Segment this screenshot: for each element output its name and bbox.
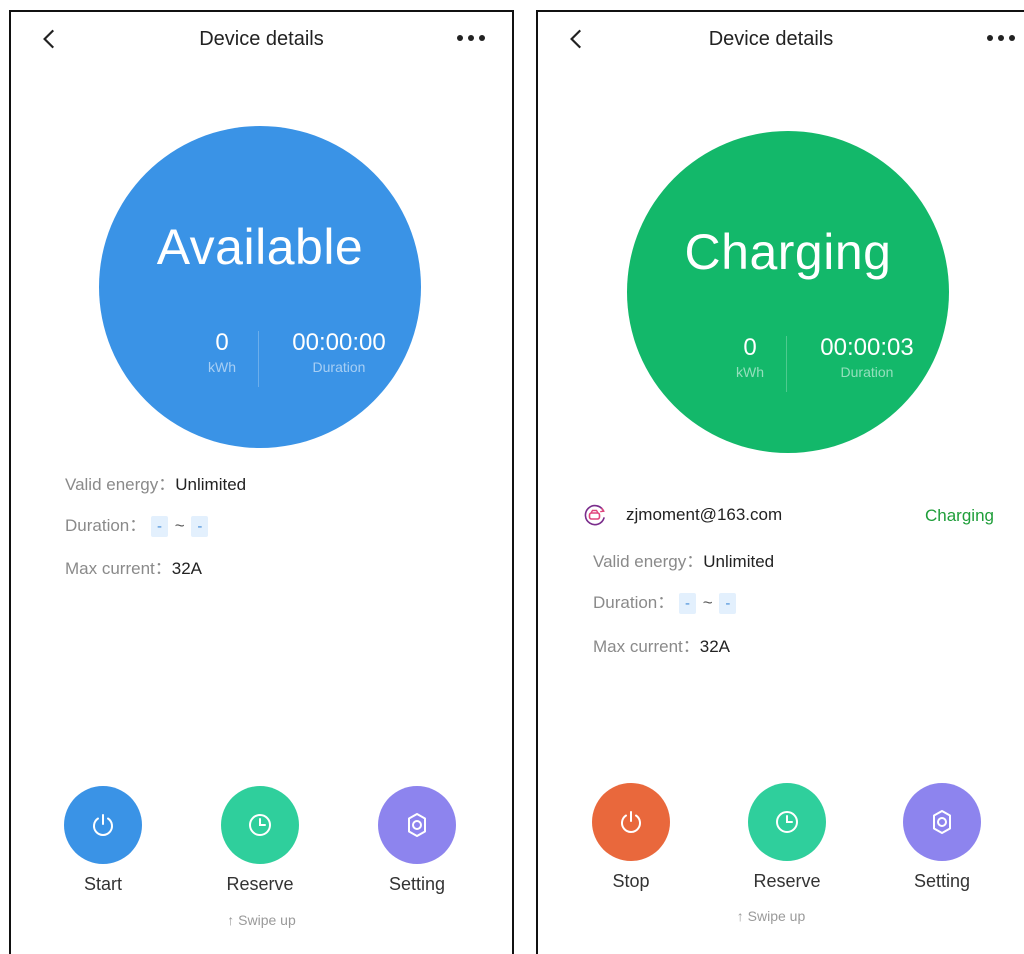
- max-current-value: 32A: [171, 559, 202, 578]
- max-current-label: Max current：: [65, 559, 172, 578]
- status-circle: Charging 0 kWh 00:00:03 Duration: [627, 131, 949, 453]
- reserve-button-circle[interactable]: [221, 786, 299, 864]
- reserve-button[interactable]: Reserve: [727, 783, 847, 892]
- setting-label: Setting: [388, 874, 446, 894]
- max-current-row: Max current：32A: [593, 632, 730, 657]
- duration-row-label: Duration：: [65, 516, 147, 535]
- max-current-value: 32A: [699, 637, 730, 656]
- more-menu-button[interactable]: [454, 30, 488, 46]
- valid-energy-row: Valid energy：Unlimited: [593, 547, 774, 572]
- duration-row: Duration： - ~ -: [593, 588, 737, 614]
- valid-energy-value: Unlimited: [175, 475, 247, 494]
- start-button[interactable]: Start: [43, 786, 163, 895]
- header-bar: Device details: [538, 12, 1024, 68]
- setting-button[interactable]: Setting: [357, 786, 477, 895]
- duration-end-chip[interactable]: -: [719, 593, 737, 614]
- setting-button[interactable]: Setting: [882, 783, 1002, 892]
- stat-divider: [786, 336, 787, 392]
- status-circle: Available 0 kWh 00:00:00 Duration: [99, 126, 421, 448]
- setting-label: Setting: [913, 871, 971, 891]
- gear-icon: [933, 810, 951, 834]
- power-icon: [93, 814, 113, 836]
- energy-value: 0: [743, 334, 757, 361]
- duration-row: Duration： - ~ -: [65, 511, 209, 537]
- reserve-label: Reserve: [226, 874, 294, 894]
- duration-stat: 00:00:00 Duration: [279, 329, 399, 375]
- energy-stat: 0 kWh: [200, 329, 244, 375]
- stop-button[interactable]: Stop: [571, 783, 691, 892]
- page-title: Device details: [708, 28, 834, 50]
- duration-label: Duration: [312, 359, 366, 375]
- energy-stat: 0 kWh: [728, 334, 772, 380]
- device-status-text: Available: [156, 219, 364, 275]
- device-status-text: Charging: [684, 224, 892, 280]
- energy-unit: kWh: [208, 359, 236, 375]
- clock-icon: [776, 811, 798, 833]
- reserve-label: Reserve: [753, 871, 821, 891]
- duration-row-label: Duration：: [593, 593, 675, 612]
- start-label: Start: [83, 874, 122, 894]
- user-charging-status: Charging: [925, 506, 994, 525]
- duration-separator: ~: [174, 516, 185, 535]
- page-title: Device details: [199, 28, 324, 50]
- clock-icon: [249, 814, 271, 836]
- duration-value: 00:00:00: [292, 329, 386, 356]
- duration-stat: 00:00:03 Duration: [807, 334, 927, 380]
- duration-value: 00:00:03: [820, 334, 914, 361]
- stat-divider: [258, 331, 259, 387]
- reserve-button-circle[interactable]: [748, 783, 826, 861]
- setting-button-circle[interactable]: [903, 783, 981, 861]
- max-current-row: Max current：32A: [65, 554, 202, 579]
- start-button-circle[interactable]: [64, 786, 142, 864]
- duration-label: Duration: [840, 364, 894, 380]
- user-row: zjmoment@163.com Charging: [583, 502, 994, 532]
- phone-screen-charging: Device details Charging 0 kWh 00:00:03 D…: [536, 10, 1024, 954]
- stop-button-circle[interactable]: [592, 783, 670, 861]
- car-charging-icon: [584, 504, 605, 526]
- valid-energy-label: Valid energy：: [65, 475, 176, 494]
- reserve-button[interactable]: Reserve: [200, 786, 320, 895]
- more-horizontal-icon: [987, 35, 993, 41]
- swipe-up-hint[interactable]: ↑ Swipe up: [538, 908, 1004, 924]
- duration-start-chip[interactable]: -: [679, 593, 696, 614]
- more-menu-button[interactable]: [984, 30, 1018, 46]
- header-bar: Device details: [11, 12, 512, 68]
- duration-start-chip[interactable]: -: [151, 516, 168, 537]
- power-icon: [621, 811, 641, 833]
- valid-energy-value: Unlimited: [703, 552, 775, 571]
- max-current-label: Max current：: [593, 637, 700, 656]
- gear-icon: [408, 813, 426, 837]
- valid-energy-label: Valid energy：: [593, 552, 704, 571]
- swipe-up-hint[interactable]: ↑ Swipe up: [11, 912, 512, 928]
- stop-label: Stop: [612, 871, 650, 891]
- duration-end-chip[interactable]: -: [191, 516, 209, 537]
- more-horizontal-icon: [457, 35, 463, 41]
- phone-screen-available: Device details Available 0 kWh 00:00:00 …: [9, 10, 514, 954]
- valid-energy-row: Valid energy：Unlimited: [65, 470, 246, 495]
- setting-button-circle[interactable]: [378, 786, 456, 864]
- energy-unit: kWh: [736, 364, 764, 380]
- energy-value: 0: [215, 329, 229, 356]
- duration-separator: ~: [702, 593, 713, 612]
- user-email: zjmoment@163.com: [626, 505, 783, 524]
